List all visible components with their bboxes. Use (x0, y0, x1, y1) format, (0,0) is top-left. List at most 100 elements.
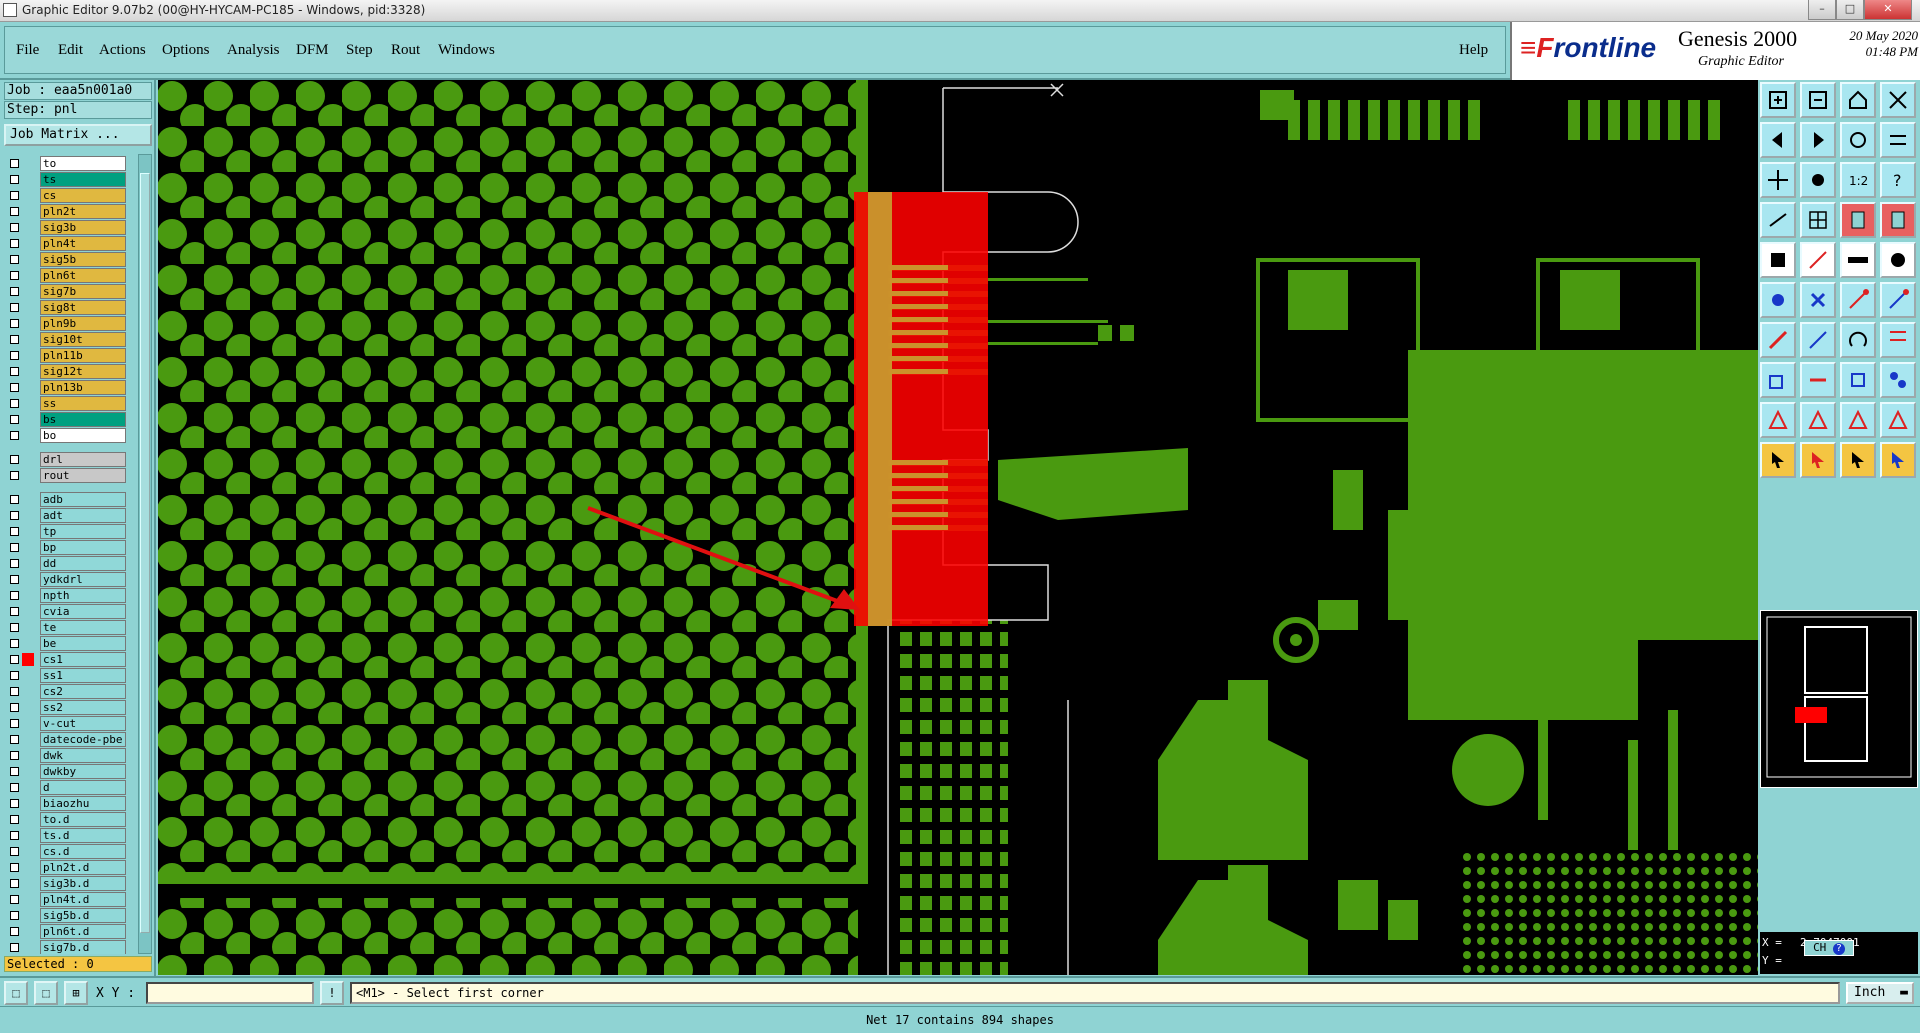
tool-arc-icon[interactable] (1840, 322, 1876, 358)
layer-row[interactable]: ydkdrl (4, 572, 126, 587)
layer-name[interactable]: ss2 (40, 700, 126, 715)
layer-row[interactable]: dwkby (4, 764, 126, 779)
layer-name[interactable]: ydkdrl (40, 572, 126, 587)
tool-pointer-icon[interactable] (1760, 442, 1796, 478)
tool-triangle-d-icon[interactable] (1880, 402, 1916, 438)
tool-pan-left-icon[interactable] (1760, 122, 1796, 158)
layer-row[interactable]: pln11b (4, 348, 126, 363)
layer-name[interactable]: tp (40, 524, 126, 539)
layer-name[interactable]: pln4t.d (40, 892, 126, 907)
layer-name[interactable]: datecode-pbe (40, 732, 126, 747)
layer-row[interactable]: sig7b (4, 284, 126, 299)
layer-checkbox[interactable] (10, 607, 19, 616)
layer-name[interactable]: npth (40, 588, 126, 603)
layer-checkbox[interactable] (10, 767, 19, 776)
tool-zoom-home-icon[interactable] (1760, 82, 1796, 118)
layer-checkbox[interactable] (10, 223, 19, 232)
layer-name[interactable]: ss1 (40, 668, 126, 683)
tool-triangle-b-icon[interactable] (1800, 402, 1836, 438)
layer-row[interactable]: d (4, 780, 126, 795)
tool-layer-b-icon[interactable] (1880, 202, 1916, 238)
layer-checkbox[interactable] (10, 303, 19, 312)
layer-checkbox[interactable] (10, 879, 19, 888)
layer-checkbox[interactable] (10, 559, 19, 568)
layer-row[interactable]: pln9b (4, 316, 126, 331)
layer-name[interactable]: bs (40, 412, 126, 427)
layer-row[interactable]: sig5b.d (4, 908, 126, 923)
tool-delete-icon[interactable] (1800, 282, 1836, 318)
ch-help-icon[interactable]: ? (1832, 943, 1845, 955)
layer-name[interactable]: cvia (40, 604, 126, 619)
layer-name[interactable]: sig3b.d (40, 876, 126, 891)
tool-snap-icon[interactable] (1880, 122, 1916, 158)
layer-checkbox[interactable] (10, 175, 19, 184)
tool-move-icon[interactable] (1800, 162, 1836, 198)
overview-minimap[interactable] (1760, 610, 1918, 788)
layer-checkbox[interactable] (10, 319, 19, 328)
layer-name[interactable]: cs1 (40, 652, 126, 667)
layer-row[interactable]: cs2 (4, 684, 126, 699)
layer-row[interactable]: sig3b (4, 220, 126, 235)
layer-row[interactable]: sig7b.d (4, 940, 126, 954)
layer-row[interactable]: adb (4, 492, 126, 507)
layer-row[interactable]: ss1 (4, 668, 126, 683)
layer-name[interactable]: sig3b (40, 220, 126, 235)
job-matrix-button[interactable]: Job Matrix ... (4, 124, 152, 146)
layer-row[interactable]: bp (4, 540, 126, 555)
select-mode-icon[interactable]: ⬚ (4, 981, 28, 1005)
tool-select-icon[interactable] (1760, 242, 1796, 278)
layer-checkbox[interactable] (10, 655, 19, 664)
layer-checkbox[interactable] (10, 671, 19, 680)
layer-checkbox[interactable] (10, 895, 19, 904)
layer-name[interactable]: sig7b.d (40, 940, 126, 954)
layer-checkbox[interactable] (10, 943, 19, 952)
layer-name[interactable]: rout (40, 468, 126, 483)
layer-row[interactable]: pln2t (4, 204, 126, 219)
tool-measure-icon[interactable] (1760, 202, 1796, 238)
tool-dot-icon[interactable] (1880, 242, 1916, 278)
layer-name[interactable]: cs.d (40, 844, 126, 859)
layer-checkbox[interactable] (10, 367, 19, 376)
menu-rout[interactable]: Rout (391, 42, 420, 59)
layer-row[interactable]: sig5b (4, 252, 126, 267)
layer-name[interactable]: drl (40, 452, 126, 467)
layer-name[interactable]: cs (40, 188, 126, 203)
layer-checkbox[interactable] (10, 383, 19, 392)
ch-indicator[interactable]: CH ? (1804, 940, 1854, 956)
menu-help[interactable]: Help (1459, 42, 1488, 59)
layer-name[interactable]: sig7b (40, 284, 126, 299)
layer-name[interactable]: te (40, 620, 126, 635)
menu-step[interactable]: Step (346, 42, 373, 59)
layer-row[interactable]: npth (4, 588, 126, 603)
layer-row[interactable]: tp (4, 524, 126, 539)
layer-checkbox[interactable] (10, 687, 19, 696)
layer-row[interactable]: pln13b (4, 380, 126, 395)
layer-name[interactable]: bo (40, 428, 126, 443)
layer-row[interactable]: pln6t.d (4, 924, 126, 939)
layer-row[interactable]: dwk (4, 748, 126, 763)
layer-name[interactable]: pln6t (40, 268, 126, 283)
menu-dfm[interactable]: DFM (296, 42, 329, 59)
layer-name[interactable]: pln2t (40, 204, 126, 219)
layer-row[interactable]: pln6t (4, 268, 126, 283)
layer-row[interactable]: be (4, 636, 126, 651)
layer-checkbox[interactable] (10, 335, 19, 344)
tool-connect-icon[interactable] (1840, 282, 1876, 318)
layer-checkbox[interactable] (10, 239, 19, 248)
layer-checkbox[interactable] (10, 927, 19, 936)
layer-row[interactable]: te (4, 620, 126, 635)
layer-row[interactable]: dd (4, 556, 126, 571)
tool-pan-right-icon[interactable] (1800, 122, 1836, 158)
layer-name[interactable]: biaozhu (40, 796, 126, 811)
layer-checkbox[interactable] (10, 207, 19, 216)
layer-name[interactable]: bp (40, 540, 126, 555)
layer-checkbox[interactable] (10, 191, 19, 200)
layer-checkbox[interactable] (10, 799, 19, 808)
xy-input[interactable] (146, 982, 314, 1004)
layer-name[interactable]: sig5b (40, 252, 126, 267)
layer-row[interactable]: ts (4, 172, 126, 187)
layer-row[interactable]: to (4, 156, 126, 171)
tool-arc-line-icon[interactable] (1800, 322, 1836, 358)
layer-name[interactable]: pln6t.d (40, 924, 126, 939)
layer-name[interactable]: pln9b (40, 316, 126, 331)
